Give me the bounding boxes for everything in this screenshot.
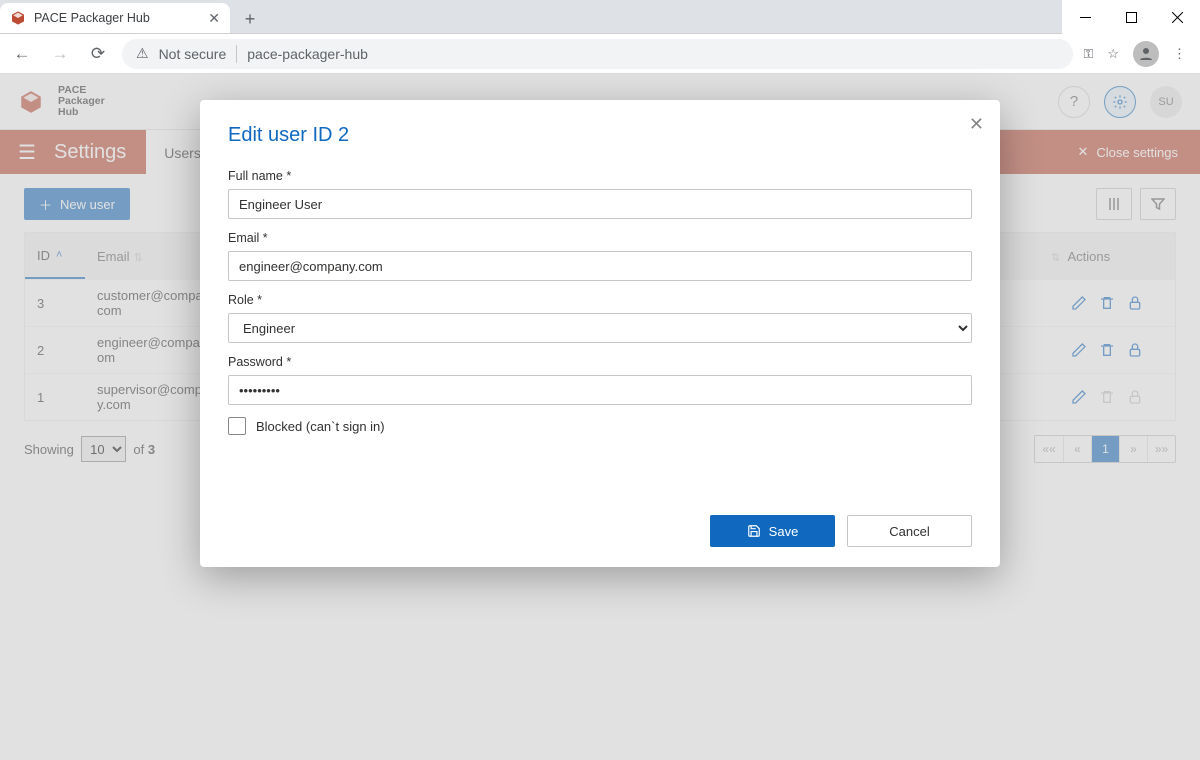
maximize-button[interactable] <box>1108 0 1154 34</box>
not-secure-icon: ⚠ <box>136 45 149 62</box>
profile-icon[interactable] <box>1133 41 1159 67</box>
close-window-button[interactable] <box>1154 0 1200 34</box>
nav-reload-icon[interactable]: ⟳ <box>84 40 112 68</box>
url-text: pace-packager-hub <box>247 46 368 62</box>
addr-right-icons: ⚿ ☆ ⋮ <box>1083 41 1192 67</box>
role-label: Role * <box>228 293 972 307</box>
save-icon <box>747 524 761 538</box>
cancel-label: Cancel <box>889 524 929 539</box>
modal-close-icon[interactable]: ✕ <box>969 114 984 135</box>
key-icon[interactable]: ⚿ <box>1083 46 1093 62</box>
cube-icon <box>10 10 26 26</box>
password-input[interactable] <box>228 375 972 405</box>
blocked-checkbox[interactable]: Blocked (can`t sign in) <box>228 417 972 435</box>
password-label: Password * <box>228 355 972 369</box>
kebab-menu-icon[interactable]: ⋮ <box>1173 46 1186 62</box>
security-label: Not secure <box>159 46 227 62</box>
modal-title: Edit user ID 2 <box>228 124 972 147</box>
checkbox-icon <box>228 417 246 435</box>
new-tab-button[interactable]: + <box>236 5 264 33</box>
field-email: Email * <box>228 231 972 281</box>
field-role: Role * Engineer <box>228 293 972 343</box>
email-input[interactable] <box>228 251 972 281</box>
field-full-name: Full name * <box>228 169 972 219</box>
full-name-input[interactable] <box>228 189 972 219</box>
browser-tabs: PACE Packager Hub ✕ + <box>0 0 1062 34</box>
minimize-button[interactable] <box>1062 0 1108 34</box>
edit-user-modal: ✕ Edit user ID 2 Full name * Email * Rol… <box>200 100 1000 567</box>
address-bar: ← → ⟳ ⚠ Not secure pace-packager-hub ⚿ ☆… <box>0 34 1200 74</box>
url-divider <box>236 45 237 63</box>
window-controls <box>1062 0 1200 34</box>
role-select[interactable]: Engineer <box>228 313 972 343</box>
url-field[interactable]: ⚠ Not secure pace-packager-hub <box>122 39 1073 69</box>
close-tab-icon[interactable]: ✕ <box>208 10 220 27</box>
cancel-button[interactable]: Cancel <box>847 515 972 547</box>
blocked-label: Blocked (can`t sign in) <box>256 419 385 434</box>
modal-actions: Save Cancel <box>228 515 972 547</box>
email-label: Email * <box>228 231 972 245</box>
nav-back-icon[interactable]: ← <box>8 40 36 68</box>
save-label: Save <box>769 524 799 539</box>
nav-forward-icon: → <box>46 40 74 68</box>
star-icon[interactable]: ☆ <box>1107 46 1119 62</box>
browser-tab-title: PACE Packager Hub <box>34 11 150 25</box>
field-password: Password * <box>228 355 972 405</box>
save-button[interactable]: Save <box>710 515 835 547</box>
page-root: PACE Packager Hub ? SU ☰ Settings Users … <box>0 74 1200 760</box>
browser-tab-active[interactable]: PACE Packager Hub ✕ <box>0 3 230 33</box>
window-titlebar: PACE Packager Hub ✕ + <box>0 0 1200 34</box>
full-name-label: Full name * <box>228 169 972 183</box>
